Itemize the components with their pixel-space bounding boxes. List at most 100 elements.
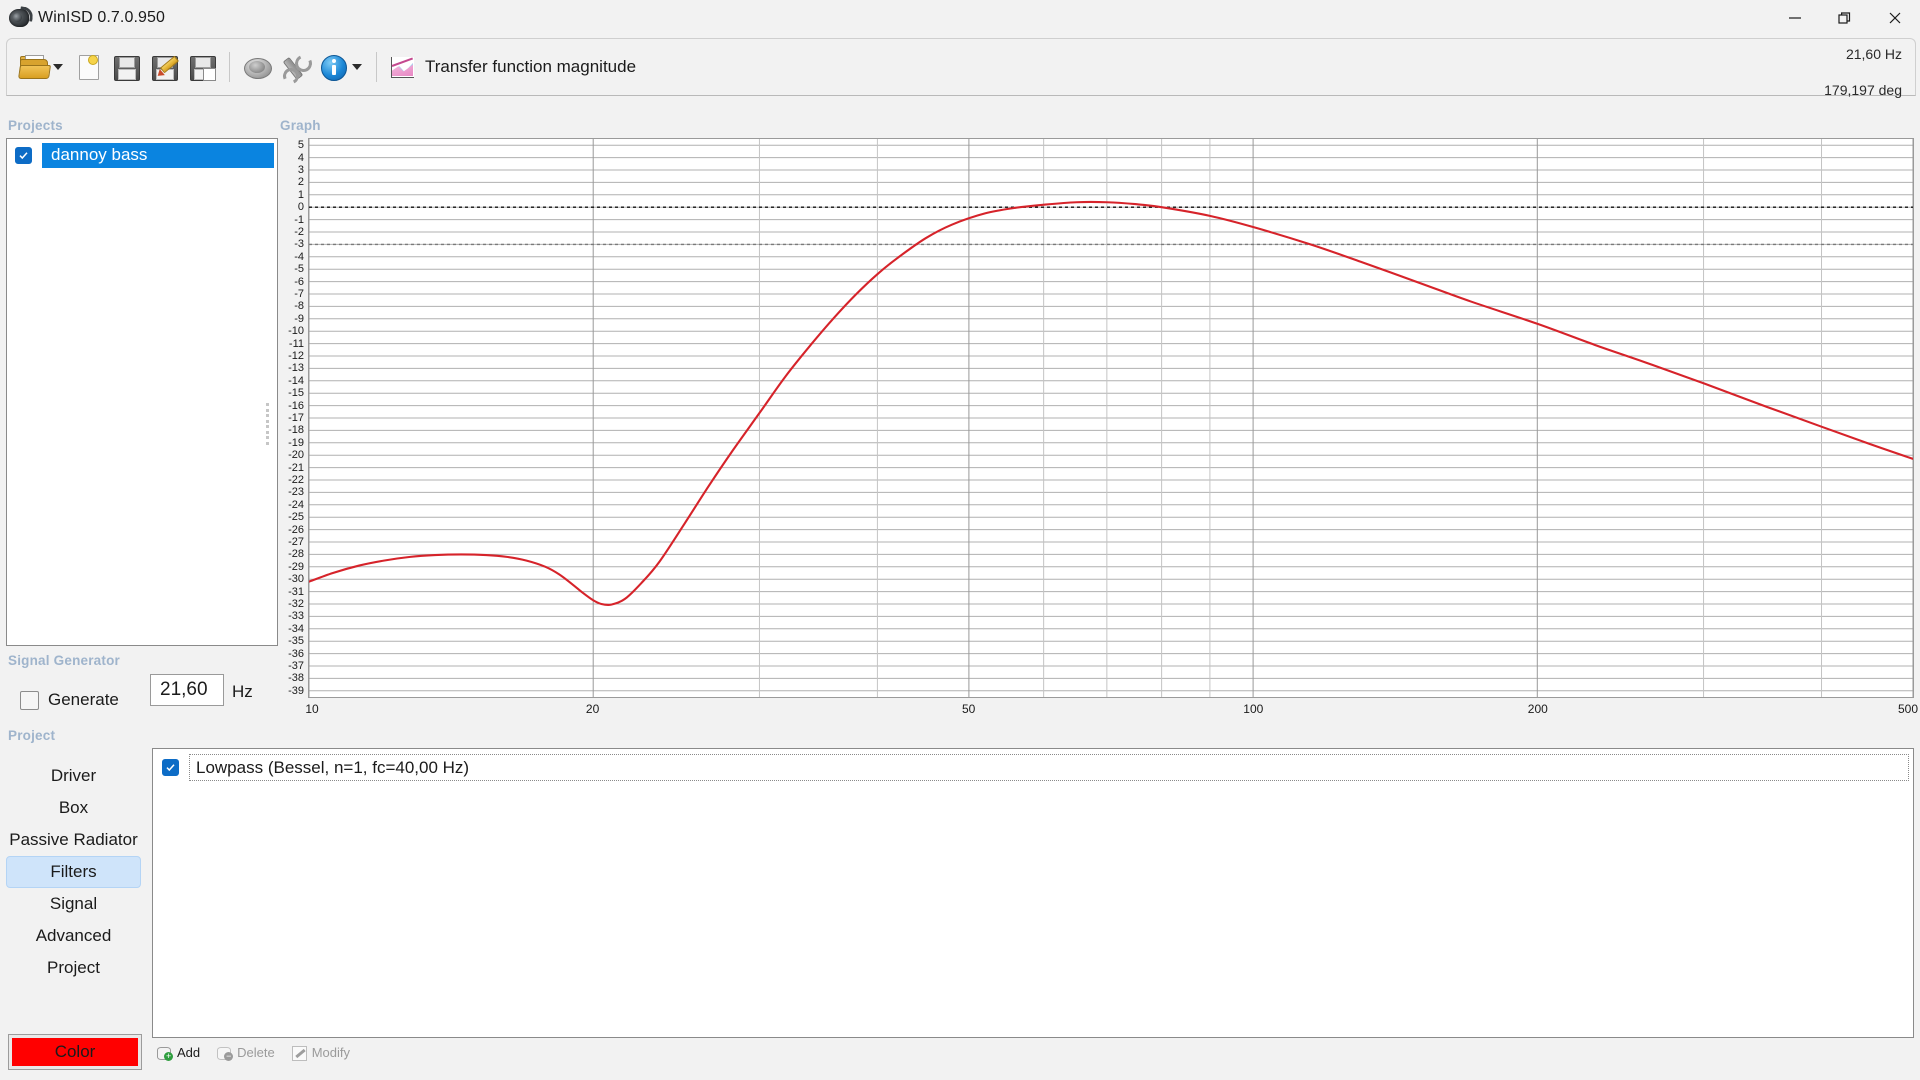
frequency-readout: 21,60 Hz [1845,46,1902,62]
y-axis-labels: 5 4 3 2 1 0 -1 -2 -3 -4 -5 -6 -7 -8 -9 -10 -11 -12 -13 -14-… [278,138,304,698]
color-swatch: Color [12,1038,138,1066]
driver-database-button[interactable] [238,47,276,87]
tools-button[interactable] [276,47,315,87]
y-axis-tick: -22 [288,474,304,486]
y-axis-tick: -11 [288,337,304,350]
project-nav: Driver Box Passive Radiator Filters Sign… [6,760,141,984]
color-button[interactable]: Color [8,1034,142,1070]
y-axis-tick: -8 [294,300,304,313]
y-axis-tick: -10 [288,325,304,338]
open-project-button[interactable] [15,47,69,87]
y-axis-tick: -26 [288,523,304,536]
chart-mode-selector[interactable]: Transfer function magnitude [385,47,640,87]
y-axis-tick: -14 [288,374,304,387]
y-axis-tick: -34 [288,622,304,635]
y-axis-tick: -21 [288,461,304,474]
y-axis-tick: -29 [288,560,304,573]
wrench-icon [280,52,315,87]
nav-item-passive-radiator[interactable]: Passive Radiator [6,824,141,856]
y-axis-tick: 4 [297,151,304,164]
nav-item-signal[interactable]: Signal [6,888,141,920]
modify-filter-button[interactable]: Modify [291,1044,350,1061]
signal-generator-caption: Signal Generator [8,653,120,668]
x-axis-labels: 10 20 50 100 200 500 [305,700,1918,722]
add-filter-button[interactable]: + Add [156,1044,200,1061]
nav-item-box[interactable]: Box [6,792,141,824]
toolbar-separator-2 [376,52,377,82]
y-axis-tick: -4 [294,250,304,263]
project-caption: Project [8,728,56,743]
y-axis-tick: 1 [297,188,304,201]
modify-pencil-icon [291,1044,308,1061]
y-axis-tick: -7 [294,288,304,300]
save-floppy-icon [111,52,141,82]
y-axis-tick: -38 [288,672,304,685]
projects-caption: Projects [8,118,63,133]
y-axis-tick: -1 [294,213,304,226]
filter-enabled-checkbox[interactable] [162,758,179,776]
filters-list[interactable]: Lowpass (Bessel, n=1, fc=40,00 Hz) [152,748,1914,1038]
y-axis-tick: -17 [288,412,304,424]
y-axis-tick: 0 [297,201,304,214]
y-axis-tick: -2 [294,226,304,238]
list-item[interactable]: dannoy bass [10,142,274,168]
filter-description[interactable]: Lowpass (Bessel, n=1, fc=40,00 Hz) [189,753,1909,781]
table-row[interactable]: Lowpass (Bessel, n=1, fc=40,00 Hz) [157,753,1909,781]
delete-filter-label: Delete [237,1045,275,1060]
graph-caption: Graph [280,118,321,133]
save-button[interactable] [107,47,145,87]
plot-canvas[interactable] [308,138,1914,698]
info-circle-icon [318,52,348,82]
add-icon: + [156,1044,173,1061]
add-filter-label: Add [177,1045,201,1060]
y-axis-tick: -3 [294,238,304,251]
info-dropdown-caret-icon[interactable] [352,64,362,70]
y-axis-tick: -6 [294,275,304,288]
y-axis-tick: 2 [297,176,304,189]
phase-readout: 179,197 deg [1824,82,1902,98]
maximize-restore-button[interactable] [1820,0,1870,36]
new-project-button[interactable] [69,47,107,87]
generate-checkbox[interactable] [20,690,39,710]
y-axis-tick: -15 [288,387,304,400]
panel-splitter-handle[interactable] [262,400,272,448]
frequency-input[interactable]: 21,60 [150,674,224,706]
y-axis-tick: -9 [294,312,304,325]
x-axis-tick: 20 [585,702,600,716]
window-title: WinISD 0.7.0.950 [38,9,165,26]
speaker-icon [8,6,34,29]
new-document-icon [73,52,103,82]
info-button[interactable] [314,47,368,87]
filter-actions-bar: + Add − Delete Modify [156,1044,350,1061]
nav-item-project[interactable]: Project [6,952,141,984]
y-axis-tick: -18 [288,424,304,437]
save-edit-button[interactable] [145,47,183,87]
generate-label: Generate [48,690,119,709]
speaker-driver-icon [242,52,272,82]
y-axis-tick: 3 [297,164,304,176]
projects-list[interactable]: dannoy bass [6,138,278,646]
y-axis-tick: -25 [288,511,304,524]
y-axis-tick: -37 [288,660,304,672]
nav-item-filters[interactable]: Filters [6,856,141,888]
modify-filter-label: Modify [311,1045,351,1060]
window-controls [1770,0,1920,36]
open-dropdown-caret-icon[interactable] [53,64,63,70]
project-name[interactable]: dannoy bass [42,142,274,168]
nav-item-driver[interactable]: Driver [6,760,141,792]
x-axis-tick: 200 [1527,702,1548,716]
save-as-button[interactable] [183,47,221,87]
toolbar-separator-1 [229,52,230,82]
frequency-unit-label: Hz [232,682,253,701]
y-axis-tick: -5 [294,263,304,276]
project-checkbox[interactable] [15,146,32,164]
y-axis-tick: -35 [288,635,304,648]
delete-filter-button[interactable]: − Delete [216,1044,275,1061]
y-axis-tick: -23 [288,486,304,499]
title-bar: WinISD 0.7.0.950 [0,0,1920,36]
close-button[interactable] [1870,0,1920,36]
open-folder-icon [18,52,51,82]
minimize-button[interactable] [1770,0,1820,36]
nav-item-advanced[interactable]: Advanced [6,920,141,952]
y-axis-tick: 5 [297,139,304,152]
